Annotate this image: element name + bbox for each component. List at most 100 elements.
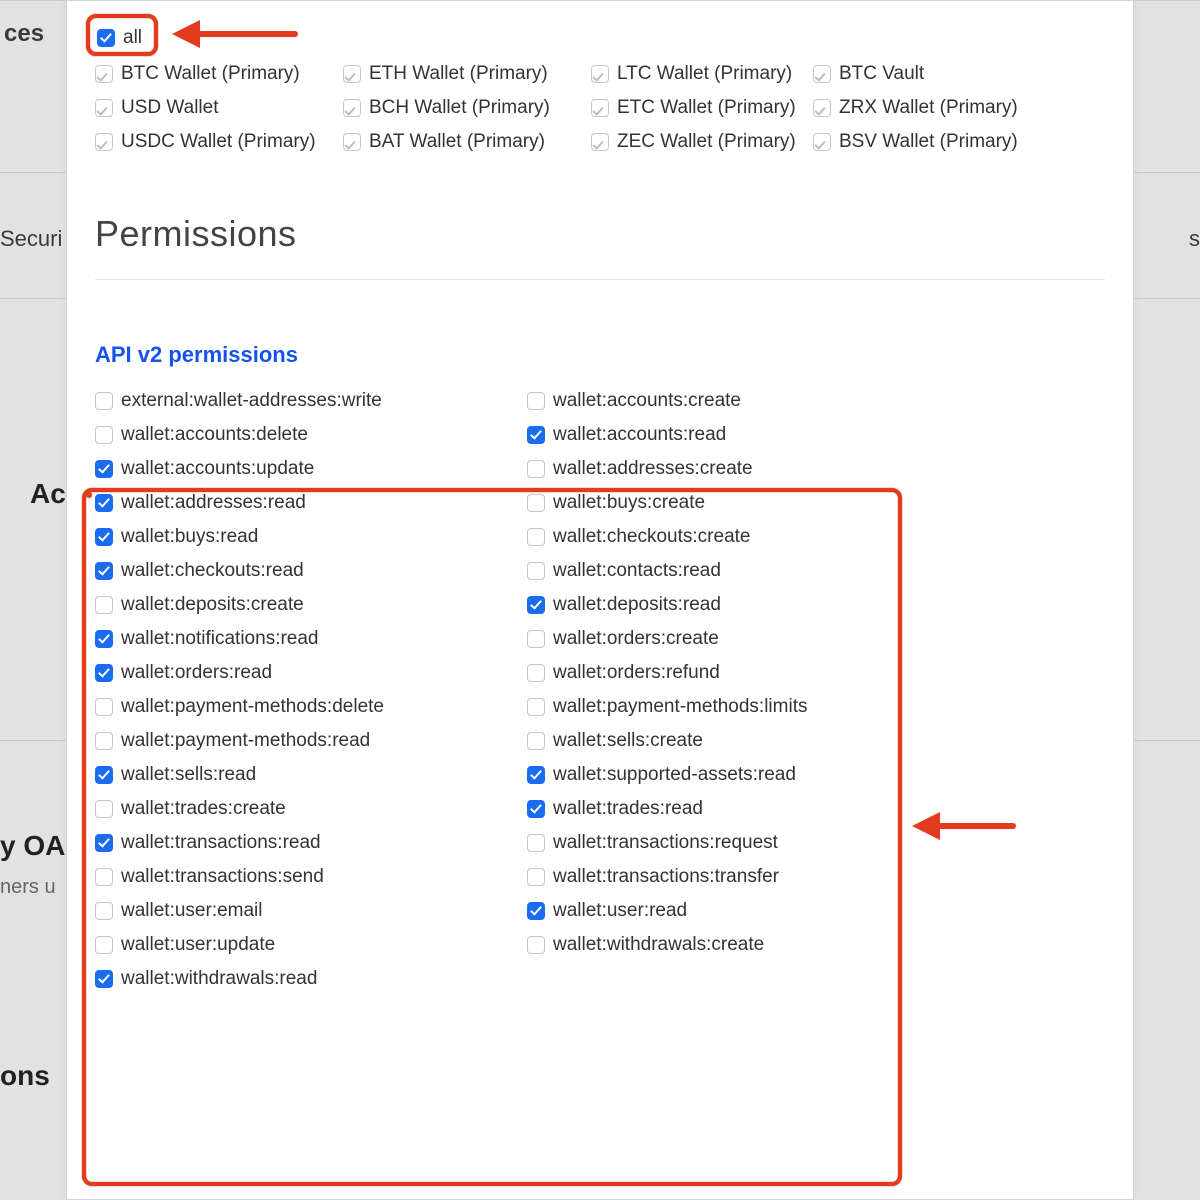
checkbox-permission[interactable]: wallet:payment-methods:read [95,726,527,756]
checkbox-wallet[interactable]: ZRX Wallet (Primary) [813,93,1061,123]
unchecked-icon [527,732,545,750]
unchecked-icon [527,528,545,546]
checkbox-permission[interactable]: wallet:notifications:read [95,624,527,654]
check-icon [95,664,113,682]
checkbox-permission[interactable]: wallet:user:email [95,896,527,926]
checkbox-label: BTC Wallet (Primary) [121,59,300,89]
checkbox-permission[interactable]: wallet:trades:read [527,794,959,824]
checkbox-permission[interactable]: wallet:supported-assets:read [527,760,959,790]
checkbox-label: USD Wallet [121,93,218,123]
check-icon [95,494,113,512]
divider [95,279,1105,280]
checkbox-label: wallet:orders:read [121,658,272,688]
checkbox-label: wallet:payment-methods:read [121,726,370,756]
checkbox-label: ZRX Wallet (Primary) [839,93,1018,123]
unchecked-icon [527,834,545,852]
checkbox-permission[interactable]: wallet:transactions:send [95,862,527,892]
check-icon [95,970,113,988]
checkbox-wallet[interactable]: BAT Wallet (Primary) [343,127,591,157]
permissions-heading: Permissions [95,213,1105,255]
bg-heading-ons: ons [0,1060,50,1092]
checkbox-permission[interactable]: wallet:contacts:read [527,556,959,586]
checkbox-permission[interactable]: wallet:accounts:delete [95,420,527,450]
checkbox-permission[interactable]: wallet:sells:read [95,760,527,790]
checkbox-label: wallet:deposits:read [553,590,721,620]
checkbox-permission[interactable]: wallet:user:update [95,930,527,960]
checkbox-permission[interactable]: external:wallet-addresses:write [95,386,527,416]
checkbox-permission[interactable]: wallet:user:read [527,896,959,926]
checkbox-label: wallet:checkouts:create [553,522,751,552]
checkbox-label: ETH Wallet (Primary) [369,59,548,89]
check-icon [97,29,115,47]
check-icon [95,630,113,648]
unchecked-icon [527,936,545,954]
checkbox-permission[interactable]: wallet:addresses:create [527,454,959,484]
check-icon [813,99,831,117]
checkbox-permission[interactable]: wallet:payment-methods:limits [527,692,959,722]
checkbox-label: wallet:trades:read [553,794,703,824]
checkbox-permission[interactable]: wallet:withdrawals:create [527,930,959,960]
checkbox-label: wallet:deposits:create [121,590,304,620]
check-icon [343,99,361,117]
checkbox-permission[interactable]: wallet:buys:create [527,488,959,518]
checkbox-label: all [123,23,142,53]
checkbox-all-wallets[interactable]: all [97,23,142,53]
checkbox-label: wallet:buys:create [553,488,705,518]
checkbox-wallet[interactable]: USD Wallet [95,93,343,123]
checkbox-label: wallet:notifications:read [121,624,319,654]
checkbox-label: ZEC Wallet (Primary) [617,127,796,157]
check-icon [343,65,361,83]
unchecked-icon [95,426,113,444]
checkbox-permission[interactable]: wallet:trades:create [95,794,527,824]
checkbox-wallet[interactable]: BTC Wallet (Primary) [95,59,343,89]
checkbox-label: wallet:transactions:transfer [553,862,779,892]
checkbox-permission[interactable]: wallet:payment-methods:delete [95,692,527,722]
unchecked-icon [95,698,113,716]
checkbox-wallet[interactable]: ZEC Wallet (Primary) [591,127,813,157]
checkbox-permission[interactable]: wallet:transactions:read [95,828,527,858]
checkbox-permission[interactable]: wallet:transactions:transfer [527,862,959,892]
checkbox-permission[interactable]: wallet:deposits:read [527,590,959,620]
unchecked-icon [527,698,545,716]
checkbox-wallet[interactable]: BTC Vault [813,59,1061,89]
checkbox-wallet[interactable]: ETH Wallet (Primary) [343,59,591,89]
checkbox-permission[interactable]: wallet:accounts:update [95,454,527,484]
check-icon [95,65,113,83]
check-icon [591,133,609,151]
settings-modal: all BTC Wallet (Primary) ETH Wallet (Prim… [66,0,1134,1200]
checkbox-permission[interactable]: wallet:withdrawals:read [95,964,527,994]
check-icon [527,902,545,920]
checkbox-permission[interactable]: wallet:addresses:read [95,488,527,518]
checkbox-permission[interactable]: wallet:orders:read [95,658,527,688]
checkbox-wallet[interactable]: BCH Wallet (Primary) [343,93,591,123]
bg-text-s: s [1189,226,1200,252]
checkbox-wallet[interactable]: BSV Wallet (Primary) [813,127,1061,157]
checkbox-wallet[interactable]: LTC Wallet (Primary) [591,59,813,89]
checkbox-permission[interactable]: wallet:sells:create [527,726,959,756]
checkbox-label: wallet:addresses:create [553,454,753,484]
checkbox-permission[interactable]: wallet:orders:create [527,624,959,654]
checkbox-permission[interactable]: wallet:transactions:request [527,828,959,858]
check-icon [813,133,831,151]
check-icon [95,99,113,117]
check-icon [527,596,545,614]
checkbox-permission[interactable]: wallet:accounts:create [527,386,959,416]
unchecked-icon [527,562,545,580]
checkbox-permission[interactable]: wallet:accounts:read [527,420,959,450]
checkbox-permission[interactable]: wallet:checkouts:create [527,522,959,552]
checkbox-wallet[interactable]: ETC Wallet (Primary) [591,93,813,123]
checkbox-label: ETC Wallet (Primary) [617,93,796,123]
check-icon [527,426,545,444]
checkbox-label: wallet:transactions:read [121,828,321,858]
checkbox-label: wallet:withdrawals:read [121,964,317,994]
checkbox-label: BTC Vault [839,59,924,89]
unchecked-icon [527,494,545,512]
checkbox-permission[interactable]: wallet:deposits:create [95,590,527,620]
checkbox-permission[interactable]: wallet:buys:read [95,522,527,552]
checkbox-wallet[interactable]: USDC Wallet (Primary) [95,127,343,157]
checkbox-label: wallet:user:update [121,930,275,960]
checkbox-permission[interactable]: wallet:orders:refund [527,658,959,688]
unchecked-icon [527,392,545,410]
checkbox-permission[interactable]: wallet:checkouts:read [95,556,527,586]
checkbox-label: wallet:accounts:create [553,386,741,416]
